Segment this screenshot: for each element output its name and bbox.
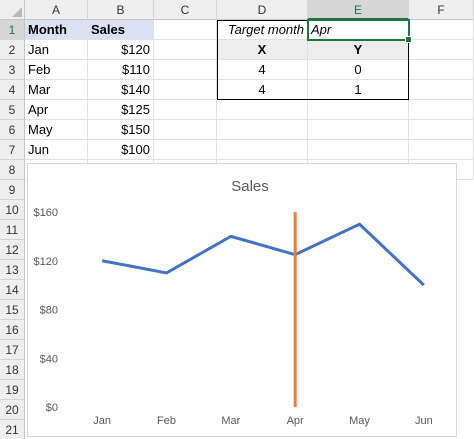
cell-a5[interactable]: Apr [25, 100, 88, 120]
cell-b3[interactable]: $110 [88, 60, 154, 80]
cell-d1[interactable]: Target month [217, 20, 308, 40]
cell-b5[interactable]: $125 [88, 100, 154, 120]
cell-e7[interactable] [308, 140, 409, 160]
y-tick-label: $0 [46, 402, 58, 414]
cell-b6[interactable]: $150 [88, 120, 154, 140]
row-header-4[interactable]: 4 [0, 80, 25, 100]
row-header-12[interactable]: 12 [0, 240, 25, 260]
cell-a3[interactable]: Feb [25, 60, 88, 80]
x-tick-label: Feb [157, 415, 176, 427]
x-tick-label: Jan [93, 415, 111, 427]
row-header-20[interactable]: 20 [0, 400, 25, 420]
x-tick-label: Jun [415, 415, 433, 427]
cell-f6[interactable] [409, 120, 474, 140]
cell-c7[interactable] [154, 140, 217, 160]
cell-a7[interactable]: Jun [25, 140, 88, 160]
column-header-e[interactable]: E [308, 0, 409, 20]
cell-e6[interactable] [308, 120, 409, 140]
row-header-6[interactable]: 6 [0, 120, 25, 140]
column-header-f[interactable]: F [409, 0, 474, 20]
cell-a6[interactable]: May [25, 120, 88, 140]
row-header-13[interactable]: 13 [0, 260, 25, 280]
column-header-b[interactable]: B [88, 0, 154, 20]
cell-e5[interactable] [308, 100, 409, 120]
sales-series-line[interactable] [101, 222, 425, 287]
cell-f4[interactable] [409, 80, 474, 100]
spreadsheet-grid: A B C D E F 1 2 3 4 5 6 7 8 9 10 11 12 1… [0, 0, 474, 439]
cell-f3[interactable] [409, 60, 474, 80]
cell-a2[interactable]: Jan [25, 40, 88, 60]
cell-d7[interactable] [217, 140, 308, 160]
x-tick-label: Mar [221, 415, 240, 427]
cell-f7[interactable] [409, 140, 474, 160]
row-header-11[interactable]: 11 [0, 220, 25, 240]
row-header-8[interactable]: 8 [0, 160, 25, 180]
cell-b4[interactable]: $140 [88, 80, 154, 100]
cell-e4[interactable]: 1 [308, 80, 409, 100]
row-header-18[interactable]: 18 [0, 360, 25, 380]
cell-b1[interactable]: Sales [88, 20, 154, 40]
y-tick-label: $80 [40, 305, 58, 317]
cell-a4[interactable]: Mar [25, 80, 88, 100]
y-tick-label: $40 [40, 353, 58, 365]
cell-c1[interactable] [154, 20, 217, 40]
sales-chart[interactable]: Sales $0 $40 $80 $120 $160 Jan Feb Mar Apr May Ju… [27, 163, 457, 437]
row-header-16[interactable]: 16 [0, 320, 25, 340]
cell-d2[interactable]: X [217, 40, 308, 60]
chart-canvas: Sales $0 $40 $80 $120 $160 Jan Feb Mar Apr May Ju… [34, 178, 433, 427]
cell-c2[interactable] [154, 40, 217, 60]
column-header-a[interactable]: A [25, 0, 88, 20]
row-header-19[interactable]: 19 [0, 380, 25, 400]
y-tick-label: $120 [34, 256, 58, 268]
cell-c4[interactable] [154, 80, 217, 100]
cell-d3[interactable]: 4 [217, 60, 308, 80]
cell-c6[interactable] [154, 120, 217, 140]
cell-d6[interactable] [217, 120, 308, 140]
y-tick-label: $160 [34, 207, 58, 219]
cell-c5[interactable] [154, 100, 217, 120]
cell-f2[interactable] [409, 40, 474, 60]
cell-e2[interactable]: Y [308, 40, 409, 60]
cell-f1[interactable] [409, 20, 474, 40]
row-header-2[interactable]: 2 [0, 40, 25, 60]
cell-b2[interactable]: $120 [88, 40, 154, 60]
cell-c3[interactable] [154, 60, 217, 80]
select-all-button[interactable] [0, 0, 25, 20]
row-header-3[interactable]: 3 [0, 60, 25, 80]
row-header-14[interactable]: 14 [0, 280, 25, 300]
x-axis-labels: Jan Feb Mar Apr May Jun [93, 415, 432, 427]
row-header-7[interactable]: 7 [0, 140, 25, 160]
row-header-21[interactable]: 21 [0, 420, 25, 439]
row-header-17[interactable]: 17 [0, 340, 25, 360]
cell-a1[interactable]: Month [25, 20, 88, 40]
cell-b7[interactable]: $100 [88, 140, 154, 160]
cell-d5[interactable] [217, 100, 308, 120]
row-header-10[interactable]: 10 [0, 200, 25, 220]
x-tick-label: Apr [287, 415, 304, 427]
cell-e1[interactable]: Apr [308, 20, 409, 40]
row-header-5[interactable]: 5 [0, 100, 25, 120]
y-axis-labels: $0 $40 $80 $120 $160 [34, 207, 58, 414]
chart-title[interactable]: Sales [231, 178, 269, 195]
row-header-9[interactable]: 9 [0, 180, 25, 200]
cell-d4[interactable]: 4 [217, 80, 308, 100]
row-header-15[interactable]: 15 [0, 300, 25, 320]
column-header-c[interactable]: C [154, 0, 217, 20]
row-header-1[interactable]: 1 [0, 20, 25, 40]
x-tick-label: May [349, 415, 370, 427]
cell-f5[interactable] [409, 100, 474, 120]
column-header-d[interactable]: D [217, 0, 308, 20]
cell-e3[interactable]: 0 [308, 60, 409, 80]
